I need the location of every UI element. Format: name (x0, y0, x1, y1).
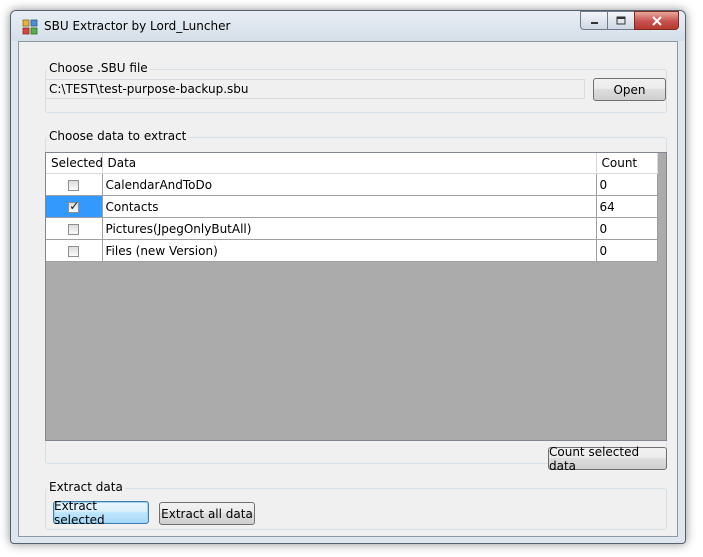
app-icon (22, 19, 38, 35)
file-path-field[interactable]: C:\TEST\test-purpose-backup.sbu (45, 79, 585, 99)
file-group-legend: Choose .SBU file (47, 61, 150, 75)
row-checkbox[interactable] (68, 245, 80, 257)
minimize-button[interactable] (580, 11, 607, 30)
column-header-count[interactable]: Count (596, 153, 658, 174)
column-header-selected[interactable]: Selected (46, 153, 103, 174)
row-checkbox[interactable] (68, 223, 80, 235)
minimize-icon (590, 22, 598, 24)
data-table: Selected Data Count CalendarAndToDo 0 Co… (46, 153, 658, 262)
table-row[interactable]: CalendarAndToDo 0 (46, 173, 658, 196)
count-cell[interactable]: 64 (596, 195, 658, 218)
table-row[interactable]: Pictures(JpegOnlyButAll) 0 (46, 217, 658, 240)
data-grid: Selected Data Count CalendarAndToDo 0 Co… (45, 152, 667, 441)
selected-cell[interactable] (46, 217, 103, 240)
column-header-data[interactable]: Data (102, 153, 597, 174)
title-bar[interactable]: SBU Extractor by Lord_Luncher (11, 11, 685, 41)
main-window: SBU Extractor by Lord_Luncher Choose .SB… (10, 10, 686, 544)
count-cell[interactable]: 0 (596, 173, 658, 196)
data-group-legend: Choose data to extract (47, 129, 189, 143)
count-selected-button[interactable]: Count selected data (548, 445, 667, 473)
form-client-area: Choose .SBU file C:\TEST\test-purpose-ba… (18, 41, 678, 537)
maximize-icon (616, 16, 626, 25)
count-cell[interactable]: 0 (596, 217, 658, 240)
close-icon (651, 15, 662, 26)
maximize-button[interactable] (607, 11, 634, 30)
extract-selected-button[interactable]: Extract selected (53, 499, 149, 527)
close-button[interactable] (634, 11, 679, 30)
extract-all-button[interactable]: Extract all data (159, 502, 255, 525)
extract-group-legend: Extract data (47, 480, 125, 494)
count-cell[interactable]: 0 (596, 239, 658, 262)
grid-header-row: Selected Data Count (46, 153, 658, 174)
selected-cell[interactable] (46, 239, 103, 262)
selected-cell[interactable] (46, 173, 103, 196)
data-cell[interactable]: Files (new Version) (102, 239, 597, 262)
table-row[interactable]: Files (new Version) 0 (46, 239, 658, 262)
data-cell[interactable]: CalendarAndToDo (102, 173, 597, 196)
data-cell[interactable]: Contacts (102, 195, 597, 218)
data-cell[interactable]: Pictures(JpegOnlyButAll) (102, 217, 597, 240)
table-row[interactable]: Contacts 64 (46, 195, 658, 218)
window-title: SBU Extractor by Lord_Luncher (44, 19, 231, 33)
caption-buttons (580, 11, 679, 31)
row-checkbox[interactable] (68, 199, 79, 213)
selected-cell[interactable] (46, 195, 103, 218)
open-button[interactable]: Open (593, 78, 666, 101)
row-checkbox[interactable] (68, 179, 80, 191)
